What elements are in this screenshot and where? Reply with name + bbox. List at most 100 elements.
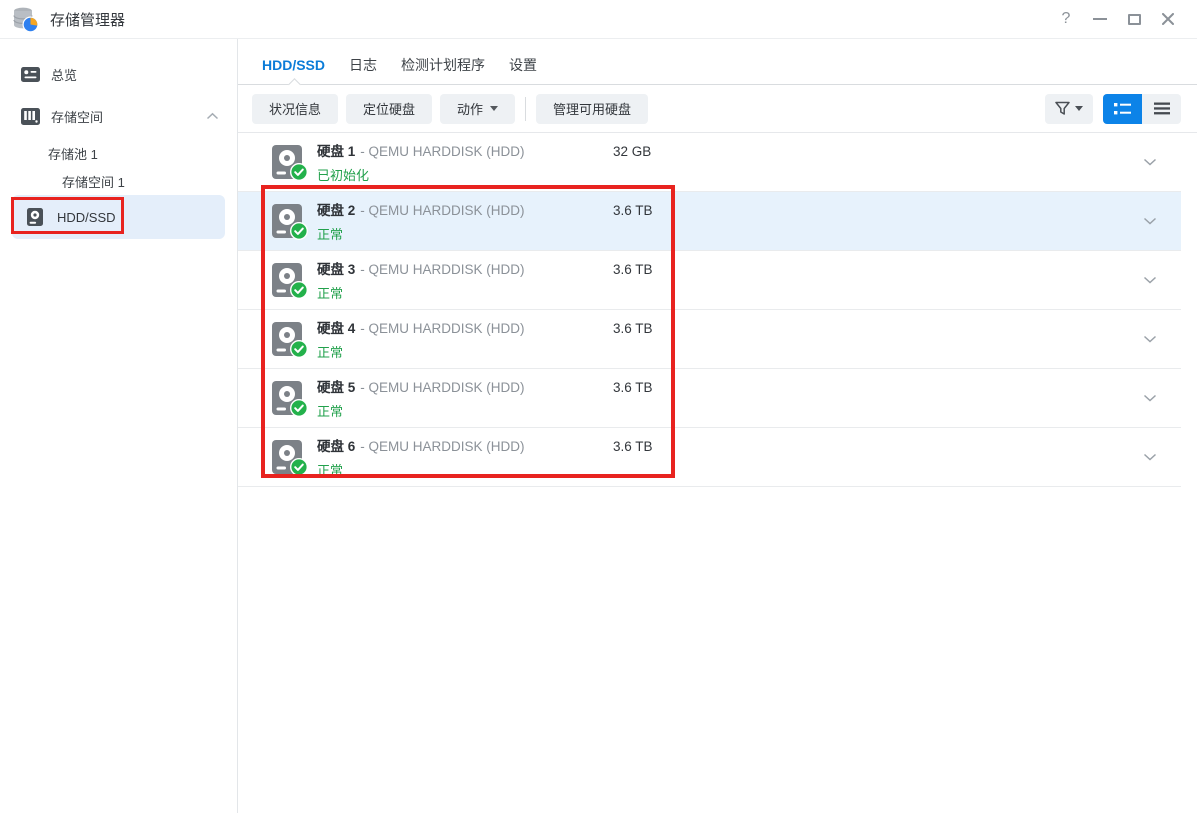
disk-icon bbox=[25, 207, 45, 227]
help-icon: ? bbox=[1062, 10, 1071, 28]
detail-list-icon bbox=[1114, 102, 1131, 116]
drive-capacity: 3.6 TB bbox=[613, 380, 653, 395]
sidebar-item-label: 存储池 1 bbox=[48, 144, 98, 163]
drive-capacity: 3.6 TB bbox=[613, 439, 653, 454]
sidebar-item-storage-pool-1[interactable]: 存储池 1 bbox=[0, 139, 237, 167]
minimize-icon bbox=[1093, 18, 1107, 20]
drive-model: - QEMU HARDDISK (HDD) bbox=[360, 321, 524, 336]
chevron-down-icon[interactable] bbox=[1143, 453, 1157, 461]
toolbar: 状况信息 定位硬盘 动作 管理可用硬盘 bbox=[238, 85, 1197, 133]
drive-row-4[interactable]: 硬盘 4 - QEMU HARDDISK (HDD) 3.6 TB 正常 bbox=[238, 310, 1181, 369]
close-icon bbox=[1162, 13, 1174, 25]
storage-manager-app-icon bbox=[12, 6, 39, 33]
sidebar-item-storage[interactable]: 存储空间 bbox=[0, 99, 237, 133]
health-info-button[interactable]: 状况信息 bbox=[252, 94, 338, 124]
storage-pool-icon bbox=[20, 106, 40, 126]
drive-row-2[interactable]: 硬盘 2 - QEMU HARDDISK (HDD) 3.6 TB 正常 bbox=[238, 192, 1181, 251]
drive-row-5[interactable]: 硬盘 5 - QEMU HARDDISK (HDD) 3.6 TB 正常 bbox=[238, 369, 1181, 428]
sidebar: 总览 存储空间 bbox=[0, 39, 238, 813]
storage-manager-window: 存储管理器 ? bbox=[0, 0, 1197, 813]
healthy-check-icon bbox=[290, 281, 308, 299]
manage-available-drives-button[interactable]: 管理可用硬盘 bbox=[536, 94, 648, 124]
sidebar-item-overview[interactable]: 总览 bbox=[0, 57, 237, 91]
healthy-check-icon bbox=[290, 163, 308, 181]
drive-name: 硬盘 3 bbox=[317, 262, 355, 277]
action-dropdown-button[interactable]: 动作 bbox=[440, 94, 515, 124]
chevron-down-icon bbox=[1075, 106, 1083, 111]
chevron-down-icon bbox=[490, 106, 498, 111]
drive-row-6[interactable]: 硬盘 6 - QEMU HARDDISK (HDD) 3.6 TB 正常 bbox=[238, 428, 1181, 487]
window-title: 存储管理器 bbox=[50, 9, 125, 30]
drive-name: 硬盘 2 bbox=[317, 203, 355, 218]
sidebar-item-volume-1[interactable]: 存储空间 1 bbox=[0, 167, 237, 195]
sidebar-item-label: 存储空间 bbox=[51, 107, 103, 126]
chevron-down-icon[interactable] bbox=[1143, 158, 1157, 166]
close-button[interactable] bbox=[1155, 6, 1181, 32]
healthy-check-icon bbox=[290, 340, 308, 358]
sidebar-item-label: HDD/SSD bbox=[57, 210, 116, 225]
drive-row-3[interactable]: 硬盘 3 - QEMU HARDDISK (HDD) 3.6 TB 正常 bbox=[238, 251, 1181, 310]
locate-drive-button[interactable]: 定位硬盘 bbox=[346, 94, 432, 124]
drive-capacity: 3.6 TB bbox=[613, 203, 653, 218]
main-panel: HDD/SSD 日志 检测计划程序 设置 状况信息 定位硬盘 动作 bbox=[238, 39, 1197, 813]
button-label: 定位硬盘 bbox=[363, 99, 415, 118]
healthy-check-icon bbox=[290, 399, 308, 417]
drive-capacity: 3.6 TB bbox=[613, 321, 653, 336]
minimize-button[interactable] bbox=[1087, 6, 1113, 32]
button-label: 管理可用硬盘 bbox=[553, 99, 631, 118]
drive-list: 硬盘 1 - QEMU HARDDISK (HDD) 32 GB 已初始化 bbox=[238, 133, 1181, 487]
chevron-up-icon[interactable] bbox=[206, 112, 219, 120]
compact-view-button[interactable] bbox=[1142, 94, 1181, 124]
drive-name: 硬盘 5 bbox=[317, 380, 355, 395]
filter-funnel-icon bbox=[1055, 101, 1072, 116]
toolbar-divider bbox=[525, 97, 526, 121]
button-label: 状况信息 bbox=[269, 99, 321, 118]
drive-status: 已初始化 bbox=[317, 165, 1143, 184]
overview-icon bbox=[20, 64, 40, 84]
hard-drive-icon bbox=[272, 145, 302, 179]
hamburger-list-icon bbox=[1154, 102, 1170, 115]
hard-drive-icon bbox=[272, 322, 302, 356]
sidebar-item-label: 存储空间 1 bbox=[62, 172, 125, 191]
titlebar: 存储管理器 ? bbox=[0, 0, 1197, 39]
maximize-icon bbox=[1128, 14, 1141, 25]
chevron-down-icon[interactable] bbox=[1143, 394, 1157, 402]
tab-logs[interactable]: 日志 bbox=[349, 55, 377, 75]
tab-settings[interactable]: 设置 bbox=[509, 55, 537, 75]
drive-status: 正常 bbox=[317, 401, 1143, 420]
drive-model: - QEMU HARDDISK (HDD) bbox=[360, 380, 524, 395]
healthy-check-icon bbox=[290, 222, 308, 240]
drive-capacity: 3.6 TB bbox=[613, 262, 653, 277]
drive-model: - QEMU HARDDISK (HDD) bbox=[360, 203, 524, 218]
hard-drive-icon bbox=[272, 440, 302, 474]
maximize-button[interactable] bbox=[1121, 6, 1147, 32]
tab-hdd-ssd[interactable]: HDD/SSD bbox=[262, 57, 325, 73]
drive-capacity: 32 GB bbox=[613, 144, 651, 159]
button-label: 动作 bbox=[457, 99, 483, 118]
drive-status: 正常 bbox=[317, 283, 1143, 302]
detail-view-button[interactable] bbox=[1103, 94, 1142, 124]
drive-row-1[interactable]: 硬盘 1 - QEMU HARDDISK (HDD) 32 GB 已初始化 bbox=[238, 133, 1181, 192]
tab-bar: HDD/SSD 日志 检测计划程序 设置 bbox=[238, 39, 1197, 85]
sidebar-item-label: 总览 bbox=[51, 65, 77, 84]
hard-drive-icon bbox=[272, 204, 302, 238]
sidebar-item-hdd-ssd[interactable]: HDD/SSD bbox=[12, 195, 225, 239]
chevron-down-icon[interactable] bbox=[1143, 335, 1157, 343]
tab-test-scheduler[interactable]: 检测计划程序 bbox=[401, 55, 485, 75]
drive-model: - QEMU HARDDISK (HDD) bbox=[360, 439, 524, 454]
drive-name: 硬盘 4 bbox=[317, 321, 355, 336]
drive-status: 正常 bbox=[317, 342, 1143, 361]
chevron-down-icon[interactable] bbox=[1143, 276, 1157, 284]
drive-status: 正常 bbox=[317, 224, 1143, 243]
help-button[interactable]: ? bbox=[1053, 6, 1079, 32]
chevron-down-icon[interactable] bbox=[1143, 217, 1157, 225]
view-toggle bbox=[1103, 94, 1181, 124]
drive-status: 正常 bbox=[317, 460, 1143, 479]
drive-name: 硬盘 1 bbox=[317, 144, 355, 159]
hard-drive-icon bbox=[272, 381, 302, 415]
healthy-check-icon bbox=[290, 458, 308, 476]
drive-name: 硬盘 6 bbox=[317, 439, 355, 454]
drive-model: - QEMU HARDDISK (HDD) bbox=[360, 262, 524, 277]
drive-model: - QEMU HARDDISK (HDD) bbox=[360, 144, 524, 159]
filter-button[interactable] bbox=[1045, 94, 1093, 124]
